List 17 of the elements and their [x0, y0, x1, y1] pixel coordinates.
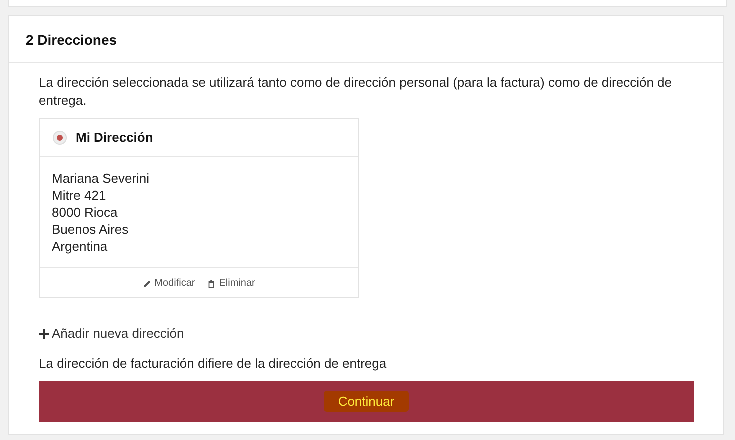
delete-link[interactable]: Eliminar [207, 278, 256, 289]
plus-icon [39, 328, 49, 338]
pencil-icon [142, 278, 152, 288]
continue-button[interactable]: Continuar [39, 380, 694, 422]
radio-button[interactable] [53, 130, 67, 144]
intro-text: La dirección seleccionada se utilizará tanto como de dirección personal (para la factura) como de dirección de entrega. [39, 74, 674, 110]
address-line: Buenos Aires [52, 221, 129, 238]
address-line: 8000 Rioca [52, 204, 118, 221]
address-line: Argentina [52, 238, 108, 255]
section-title: 2 Direcciones [9, 16, 723, 63]
add-address-link[interactable]: Añadir nueva dirección [39, 326, 184, 341]
billing-note: La dirección de facturación difiere de la dirección de entrega [39, 356, 388, 370]
address-line: Mitre 421 [52, 187, 106, 204]
trash-icon [207, 278, 216, 288]
address-line: Mariana Severini [52, 170, 150, 187]
edit-link[interactable]: Modificar [142, 278, 196, 289]
address-title: Mi Dirección [76, 130, 154, 145]
